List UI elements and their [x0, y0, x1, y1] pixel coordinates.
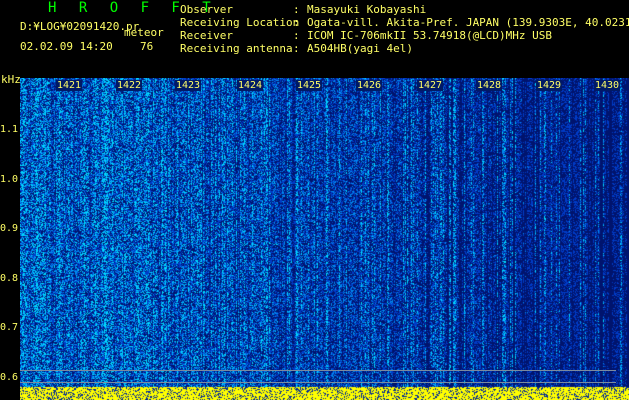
- time-tick-label: 1423: [175, 80, 202, 91]
- info-row-receiver: Receiver: ICOM IC-706mkII 53.74918(@LCD)M…: [180, 29, 553, 42]
- station-info: Observer: Masayuki Kobayashi Receiving Lo…: [180, 3, 629, 55]
- info-row-location: Receiving Location: Ogata-vill. Akita-Pre…: [180, 16, 629, 29]
- grid-line: [20, 370, 616, 371]
- spectrogram-canvas: [20, 78, 629, 400]
- file-suffix: meteor: [124, 26, 164, 39]
- time-tick-label: 1427: [417, 80, 444, 91]
- info-row-antenna: Receiving antenna: A504HB(yagi 4el): [180, 42, 413, 55]
- y-unit-label: kHz: [1, 73, 21, 86]
- y-tick-label: 1.1: [0, 124, 19, 135]
- header: H R O F F T D:¥LOG¥02091420.pr meteor 02…: [0, 0, 629, 78]
- y-tick-label: 0.6: [0, 372, 19, 383]
- y-tick-label: 0.9: [0, 223, 19, 234]
- y-tick-label: 0.8: [0, 273, 19, 284]
- time-tick-label: 1421: [56, 80, 83, 91]
- y-tick-label: 0.7: [0, 322, 19, 333]
- time-tick-label: 1422: [116, 80, 143, 91]
- y-tick-label: 1.0: [0, 174, 19, 185]
- grid-line: [20, 382, 616, 383]
- time-tick-label: 1428: [476, 80, 503, 91]
- time-tick-label: 1430: [594, 80, 621, 91]
- date-time: 02.02.09 14:20: [20, 40, 113, 53]
- time-tick-label: 1426: [356, 80, 383, 91]
- file-path: D:¥LOG¥02091420.pr: [20, 20, 140, 33]
- info-row-observer: Observer: Masayuki Kobayashi: [180, 3, 427, 16]
- time-tick-label: 1424: [237, 80, 264, 91]
- count-value: 76: [140, 40, 154, 53]
- time-tick-label: 1429: [536, 80, 563, 91]
- time-tick-label: 1425: [296, 80, 323, 91]
